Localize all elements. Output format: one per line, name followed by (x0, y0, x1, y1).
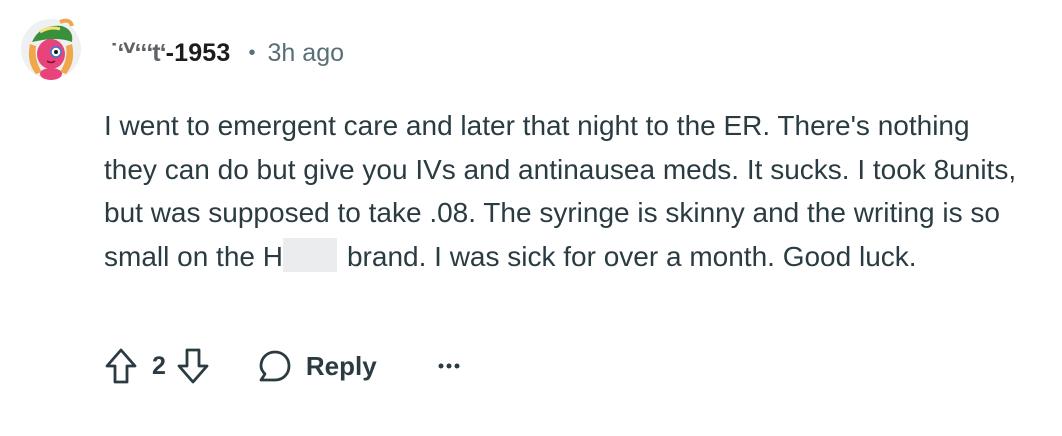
arrow-up-outline-icon (105, 348, 137, 384)
arrow-down-outline-icon (177, 348, 209, 384)
username-masked-part: ˙ʻⱽʻʻʻtʻ (110, 39, 167, 67)
snoo-avatar-icon (21, 18, 81, 80)
vote-count: 2 (152, 351, 166, 380)
comment-body: I went to emergent care and later that n… (104, 104, 1024, 278)
comment-paragraph: I went to emergent care and later that n… (104, 104, 1024, 278)
meta-separator: • (248, 41, 256, 64)
comment-header: ˙ʻⱽʻʻʻtʻ-1953 • 3h ago (110, 36, 344, 70)
user-avatar[interactable] (20, 14, 82, 80)
upvote-button[interactable] (100, 345, 142, 387)
more-options-button[interactable] (437, 340, 461, 392)
comment-actions: 2 Reply (100, 340, 461, 392)
username-link[interactable]: ˙ʻⱽʻʻʻtʻ-1953 (110, 38, 231, 68)
ellipsis-icon (438, 363, 460, 369)
speech-bubble-icon (259, 350, 291, 382)
comment-text-part-2: brand. I was sick for over a month. Good… (346, 240, 917, 272)
reply-button[interactable]: Reply (258, 340, 377, 392)
timestamp[interactable]: 3h ago (268, 39, 344, 68)
downvote-button[interactable] (172, 345, 214, 387)
reply-label: Reply (305, 350, 377, 381)
username-suffix: -1953 (165, 39, 231, 67)
redaction-block (282, 237, 337, 272)
